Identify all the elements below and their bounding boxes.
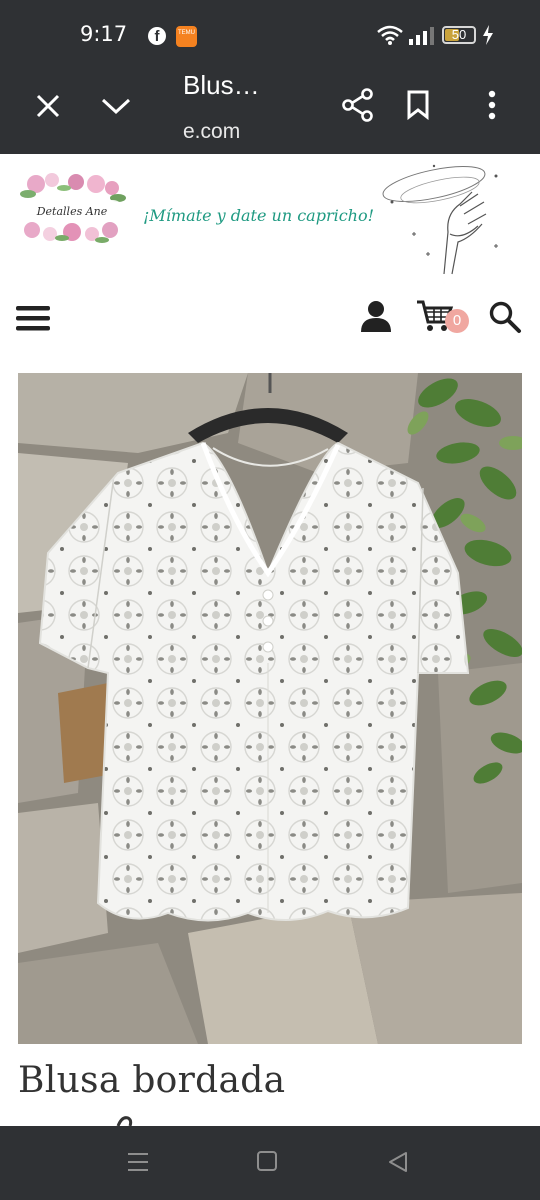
search-button[interactable] <box>488 300 524 336</box>
battery-level: 50 <box>451 27 467 42</box>
product-image[interactable] <box>18 373 522 1044</box>
status-bar: 9:17 f TEMU 50 <box>0 0 540 70</box>
account-button[interactable] <box>358 298 396 336</box>
more-options-button[interactable] <box>472 85 512 125</box>
page-title: Blus… <box>183 70 260 100</box>
temu-label: TEMU <box>178 30 195 36</box>
share-icon <box>342 88 373 122</box>
menu-button[interactable] <box>14 300 54 340</box>
chevron-down-icon <box>101 98 131 115</box>
close-icon <box>36 94 60 118</box>
back-icon <box>389 1152 407 1172</box>
status-time: 9:17 <box>80 22 128 46</box>
page-url: e.com <box>183 120 241 143</box>
wifi-icon <box>377 25 403 45</box>
hamburger-menu-icon <box>16 306 50 331</box>
close-button[interactable] <box>28 86 68 126</box>
home-icon <box>257 1151 277 1171</box>
home-button[interactable] <box>256 1150 286 1180</box>
recents-button[interactable] <box>126 1150 158 1178</box>
cart-count-badge: 0 <box>445 309 469 333</box>
hand-illustration <box>382 164 498 275</box>
back-button[interactable] <box>386 1150 416 1180</box>
site-slogan: ¡Mímate y date un capricho! <box>143 206 375 225</box>
browser-toolbar: Blus… e.com <box>0 70 540 154</box>
partially-hidden-glyph <box>116 1116 133 1126</box>
account-icon <box>361 301 391 332</box>
product-title: Blusa bordada <box>18 1060 286 1101</box>
signal-icon <box>409 27 434 45</box>
page-info-button[interactable] <box>94 86 138 126</box>
system-navigation-bar <box>0 1126 540 1200</box>
bookmark-icon <box>407 90 429 120</box>
recents-icon <box>128 1153 148 1171</box>
logo-text: Detalles Ane <box>36 205 108 218</box>
site-logo[interactable]: Detalles Ane <box>16 172 128 244</box>
search-icon <box>489 301 521 333</box>
facebook-icon: f <box>148 27 166 45</box>
battery-icon: 50 <box>442 26 476 44</box>
bookmark-button[interactable] <box>398 85 438 125</box>
temu-app-icon: TEMU <box>176 26 197 47</box>
more-vert-icon <box>488 90 496 120</box>
charging-icon <box>483 25 493 45</box>
logo-flowers-graphic: Detalles Ane <box>20 173 126 243</box>
blouse-photo-illustration <box>18 373 522 1044</box>
share-button[interactable] <box>338 85 378 125</box>
